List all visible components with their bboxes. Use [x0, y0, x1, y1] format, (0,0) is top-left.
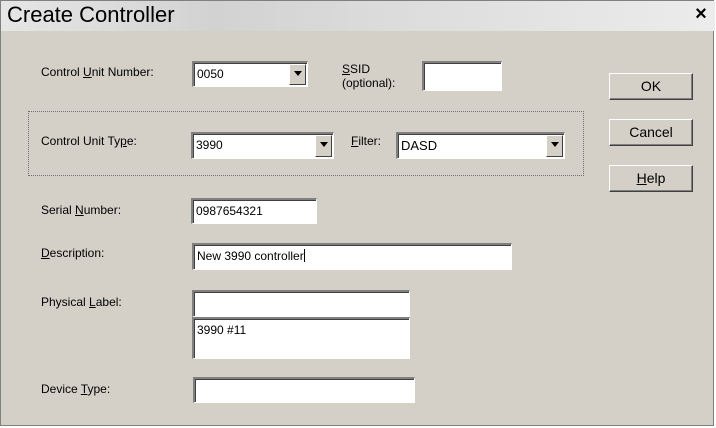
serial-number-label: Serial Number:: [41, 203, 122, 217]
close-icon[interactable]: ×: [691, 3, 711, 25]
device-type-label: Device Type:: [41, 382, 111, 396]
ssid-input[interactable]: [422, 61, 502, 91]
physical-label-input-1[interactable]: [192, 290, 410, 317]
description-input[interactable]: New 3990 controller: [192, 243, 512, 270]
dialog-title: Create Controller: [7, 2, 175, 27]
chevron-down-icon[interactable]: [289, 64, 306, 85]
description-label: Description:: [41, 246, 105, 260]
control-unit-type-label: Control Unit Type:: [41, 134, 137, 148]
ssid-label: SSID: [342, 62, 371, 76]
filter-label: Filter:: [351, 134, 382, 148]
ok-button[interactable]: OK: [609, 73, 693, 100]
control-unit-type-combo[interactable]: 3990: [191, 132, 334, 159]
title-bar[interactable]: Create Controller ×: [1, 1, 715, 31]
text-cursor: [303, 249, 305, 262]
control-unit-type-value: 3990: [196, 138, 223, 152]
chevron-down-icon[interactable]: [315, 135, 332, 157]
physical-label-label: Physical Label:: [41, 295, 122, 309]
control-unit-number-label: Control Unit Number:: [41, 65, 154, 79]
chevron-down-icon[interactable]: [546, 135, 563, 157]
cancel-button[interactable]: Cancel: [609, 119, 693, 146]
physical-label-input-2[interactable]: 3990 #11: [192, 317, 410, 359]
serial-number-input[interactable]: 0987654321: [191, 198, 317, 224]
device-type-input[interactable]: [193, 377, 415, 403]
description-value: New 3990 controller: [197, 249, 304, 263]
filter-combo[interactable]: DASD: [396, 132, 565, 159]
create-controller-dialog: Create Controller × Control Unit Number:…: [0, 0, 715, 426]
filter-value: DASD: [401, 138, 438, 153]
control-unit-number-value: 0050: [197, 67, 224, 81]
help-button[interactable]: Help: [609, 165, 693, 192]
ssid-label-optional: (optional):: [342, 76, 396, 90]
control-unit-number-combo[interactable]: 0050: [192, 61, 308, 87]
